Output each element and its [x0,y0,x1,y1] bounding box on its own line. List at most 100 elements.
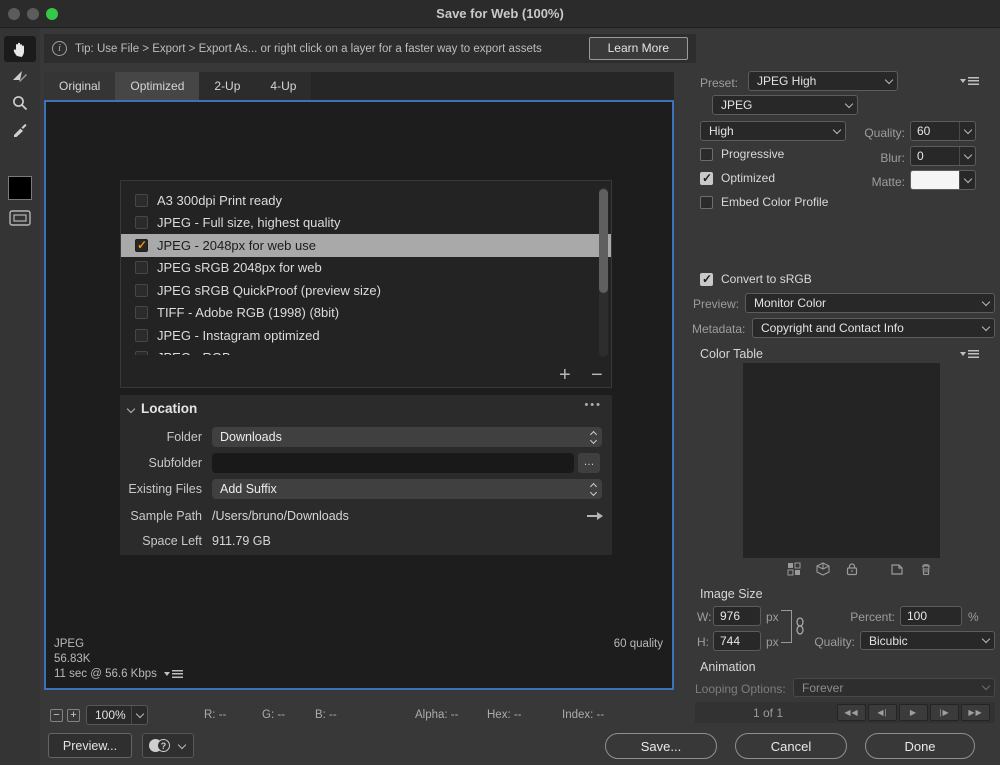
web-shift-cube-icon[interactable] [816,562,830,576]
width-unit: px [766,610,779,624]
existing-files-popup[interactable]: Add Suffix [212,479,602,499]
play-button[interactable]: ▶ [899,704,928,721]
zoom-level-dropdown[interactable]: 100% [86,705,148,725]
percent-field[interactable]: 100 [900,606,962,626]
recipe-row[interactable]: JPEG sRGB QuickProof (preview size) [121,279,611,302]
browse-subfolder-button[interactable]: … [578,453,600,473]
progressive-checkbox[interactable] [700,148,713,161]
new-color-icon[interactable] [890,562,904,576]
recipe-row[interactable]: JPEG - Full size, highest quality [121,212,611,235]
done-button[interactable]: Done [865,733,975,759]
looping-options-dropdown[interactable]: Forever [793,678,995,697]
recipe-checkbox[interactable] [135,351,148,355]
optimized-checkbox[interactable] [700,172,713,185]
lock-icon[interactable] [845,562,859,576]
preview-dropdown[interactable]: Monitor Color [745,293,995,313]
tip-bar: Tip: Use File > Export > Export As... or… [44,34,696,63]
preset-dropdown[interactable]: JPEG High [748,71,898,91]
optimized-preview[interactable]: A3 300dpi Print readyJPEG - Full size, h… [44,100,674,690]
playback-buttons: ◀◀◀|▶|▶▶▶ [837,704,990,721]
open-path-arrow-icon[interactable] [587,515,598,517]
collapse-chevron-icon[interactable] [127,404,135,412]
looping-options-value: Forever [794,681,977,695]
cancel-button[interactable]: Cancel [735,733,847,759]
recipe-row[interactable]: JPEG - Instagram optimized [121,324,611,347]
recipe-checkbox[interactable] [135,284,148,297]
eyedropper-tool-button[interactable] [4,116,36,142]
trash-icon[interactable] [919,562,933,576]
scrollbar-thumb[interactable] [599,189,608,293]
color-table-menu-icon[interactable] [960,350,979,358]
titlebar: Save for Web (100%) [0,0,1000,28]
browser-select-button[interactable] [142,733,194,758]
sample-path-value: /Users/bruno/Downloads [212,509,587,523]
next-frame-button[interactable]: |▶ [930,704,959,721]
slice-select-icon [10,68,30,86]
subfolder-input[interactable] [212,453,574,473]
info-bar: − + 100% R: -- G: -- B: -- Alpha: -- Hex… [44,700,674,730]
animation-playbar: 1 of 1 ◀◀◀|▶|▶▶▶ [695,702,995,723]
chain-link-icon[interactable] [795,617,805,635]
add-recipe-button[interactable]: + [559,365,571,385]
browser-menu-chevron[interactable] [170,744,193,748]
resample-quality-dropdown[interactable]: Bicubic [860,631,995,650]
height-field[interactable]: 744 [713,631,761,651]
compression-value: High [701,124,828,138]
recipe-row[interactable]: JPEG - 2048px for web use [121,234,611,257]
recipe-checkbox[interactable] [135,239,148,252]
embed-color-profile-checkbox[interactable] [700,196,713,209]
readout-g: G: -- [262,709,285,721]
remove-recipe-button[interactable]: − [591,365,603,385]
format-dropdown[interactable]: JPEG [712,95,858,115]
window-title: Save for Web (100%) [0,0,1000,28]
tab-optimized[interactable]: Optimized [115,72,199,100]
width-field[interactable]: 976 [713,606,761,626]
convert-srgb-checkbox[interactable] [700,273,713,286]
previous-frame-button[interactable]: ◀| [868,704,897,721]
tab-2up[interactable]: 2-Up [199,72,255,100]
folder-popup[interactable]: Downloads [212,427,602,447]
recipe-checkbox[interactable] [135,216,148,229]
quality-value: 60 [911,122,959,140]
compression-quality-dropdown[interactable]: High [700,121,846,141]
learn-more-button[interactable]: Learn More [589,37,688,60]
eyedropper-color-swatch[interactable] [8,176,32,200]
location-menu-button[interactable]: ••• [584,399,602,411]
slices-visibility-icon [9,210,31,226]
recipe-row[interactable]: JPEG sRGB 2048px for web [121,257,611,280]
quality-field[interactable]: 60 [910,121,976,141]
dither-icon[interactable] [787,562,801,576]
recipe-checkbox[interactable] [135,329,148,342]
recipe-label: JPEG - RGB [157,350,231,355]
download-time-menu-icon[interactable] [164,670,183,678]
recipe-label: TIFF - Adobe RGB (1998) (8bit) [157,305,339,320]
resample-quality-label: Quality: [808,635,855,649]
slice-select-tool-button[interactable] [4,64,36,90]
recipe-checkbox[interactable] [135,306,148,319]
recipe-row[interactable]: A3 300dpi Print ready [121,189,611,212]
zoom-tool-button[interactable] [4,90,36,116]
hand-tool-button[interactable] [4,36,36,62]
looping-options-label: Looping Options: [695,682,786,696]
settings-panel-menu-icon[interactable] [960,77,979,85]
metadata-dropdown[interactable]: Copyright and Contact Info [752,318,995,338]
recipe-checkbox[interactable] [135,261,148,274]
blur-field[interactable]: 0 [910,146,976,166]
tab-original[interactable]: Original [44,72,115,100]
tool-column [0,28,40,765]
recipe-row[interactable]: TIFF - Adobe RGB (1998) (8bit) [121,302,611,325]
tab-4up[interactable]: 4-Up [255,72,311,100]
first-frame-button[interactable]: ◀◀ [837,704,866,721]
zoom-in-button[interactable]: + [67,709,80,722]
progressive-row: Progressive [700,147,784,161]
last-frame-button[interactable]: ▶▶ [961,704,990,721]
space-left-value: 911.79 GB [212,534,271,548]
recipes-scrollbar[interactable] [599,187,608,357]
preview-in-browser-button[interactable]: Preview... [48,733,132,758]
recipe-checkbox[interactable] [135,194,148,207]
save-button[interactable]: Save... [605,733,717,759]
matte-swatch-dropdown[interactable] [910,170,976,190]
recipe-row[interactable]: JPEG - RGB [121,347,611,356]
toggle-slices-visibility-button[interactable] [8,208,32,228]
zoom-out-button[interactable]: − [50,709,63,722]
